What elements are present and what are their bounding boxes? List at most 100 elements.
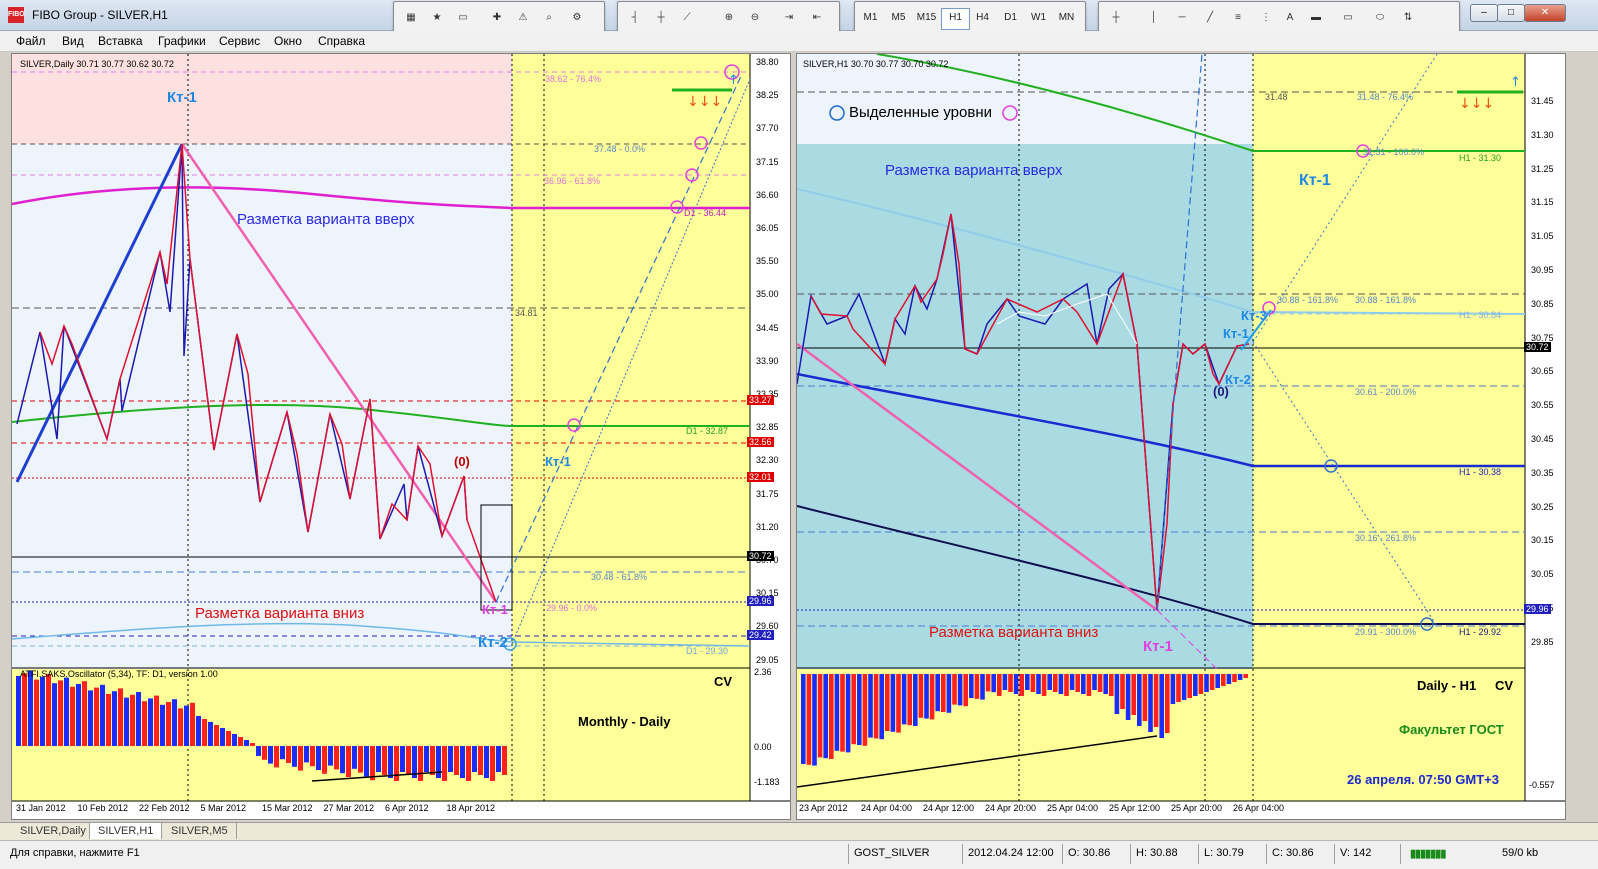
oscillator-bar bbox=[1069, 674, 1075, 690]
timeframe-m15[interactable]: M15 bbox=[913, 8, 940, 28]
oscillator-bar bbox=[1125, 674, 1131, 720]
status-help: Для справки, нажмите F1 bbox=[10, 847, 140, 859]
kt1-bottom-label: Кт-1 bbox=[482, 602, 508, 617]
candle-chart-icon[interactable]: ┼ bbox=[650, 8, 672, 28]
fib-label: H1 - 30.84 bbox=[1459, 310, 1502, 320]
oscillator-bar bbox=[1204, 674, 1209, 692]
chart-window-silver-daily[interactable]: ↓↓↓ ↑ SILVER,Daily 30.71 30.77 30.62 30.… bbox=[11, 53, 791, 820]
oscillator-bar bbox=[812, 674, 817, 766]
oscillator-bar bbox=[1008, 674, 1013, 692]
menu-insert[interactable]: Вставка bbox=[98, 34, 143, 48]
oscillator-bar bbox=[28, 670, 33, 746]
timeframe-m5[interactable]: M5 bbox=[885, 8, 912, 28]
oscillator-bar bbox=[1198, 674, 1204, 694]
new-order-icon[interactable]: ✚ bbox=[486, 8, 508, 28]
oscillator-bar bbox=[154, 695, 159, 746]
arrows-icon[interactable]: ⇅ bbox=[1397, 8, 1419, 28]
kt1-small-label: Кт-1 bbox=[1223, 326, 1249, 341]
menu-help[interactable]: Справка bbox=[318, 34, 365, 48]
oscillator-bar bbox=[334, 746, 339, 770]
price-scale-label: 29.05 bbox=[756, 654, 779, 665]
menu-tools[interactable]: Сервис bbox=[219, 34, 260, 48]
timeframe-h4[interactable]: H4 bbox=[969, 8, 996, 28]
maximize-button[interactable]: □ bbox=[1497, 4, 1525, 22]
status-low: L: 30.79 bbox=[1204, 847, 1244, 859]
oscillator-bar bbox=[286, 746, 291, 763]
menu-file[interactable]: Файл bbox=[16, 34, 46, 48]
oscillator-bar bbox=[1176, 674, 1181, 702]
timeframe-m1[interactable]: M1 bbox=[857, 8, 884, 28]
oscillator-bar bbox=[1243, 674, 1248, 678]
oscillator-bar bbox=[1181, 674, 1187, 700]
autoscroll-icon[interactable]: ⇥ bbox=[778, 8, 800, 28]
oscillator-bar bbox=[963, 674, 968, 707]
bar-chart-icon[interactable]: ┤ bbox=[624, 8, 646, 28]
date-axis-label: 24 Apr 20:00 bbox=[985, 803, 1037, 813]
minimize-button[interactable]: – bbox=[1470, 4, 1498, 22]
chart-shift-icon[interactable]: ⇤ bbox=[806, 8, 828, 28]
chart-window-silver-h1[interactable]: ↓↓↓ ↑ SILVER,H1 30.70 30.77 30.70 30.72 … bbox=[796, 53, 1566, 820]
oscillator-bar bbox=[991, 674, 996, 693]
fib-label: 37.48 - 0.0% bbox=[594, 144, 646, 154]
vertical-line-icon[interactable]: │ bbox=[1143, 8, 1165, 28]
price-tag: 29.42 bbox=[747, 630, 774, 640]
tab-silver-daily[interactable]: SILVER,Daily bbox=[12, 823, 95, 839]
date-axis-label: 24 Apr 12:00 bbox=[923, 803, 975, 813]
channel-icon[interactable]: ≡ bbox=[1227, 8, 1249, 28]
oscillator-bar bbox=[100, 684, 105, 746]
oscillator-bar bbox=[472, 746, 477, 772]
favorites-icon[interactable]: ★ bbox=[426, 8, 448, 28]
cv-label: CV bbox=[714, 674, 733, 689]
price-scale-label: 30.45 bbox=[1531, 434, 1554, 444]
tab-silver-m5[interactable]: SILVER,M5 bbox=[163, 823, 237, 839]
zoom-out-icon[interactable]: ⊖ bbox=[744, 8, 766, 28]
osc-scale-label: -1.183 bbox=[754, 777, 780, 787]
profiles-icon[interactable]: ▦ bbox=[400, 8, 422, 28]
oscillator-bar bbox=[969, 674, 974, 698]
warning-icon[interactable]: ⚠ bbox=[512, 8, 534, 28]
ellipse-icon[interactable]: ⬭ bbox=[1369, 8, 1391, 28]
menu-charts[interactable]: Графики bbox=[158, 34, 206, 48]
oscillator-bar bbox=[196, 716, 201, 746]
zoom-in-icon[interactable]: ⊕ bbox=[718, 8, 740, 28]
oscillator-bar bbox=[466, 746, 471, 781]
connection-bars-icon[interactable]: ▮▮▮▮▮▮▮ bbox=[1410, 847, 1446, 860]
crosshair-icon[interactable]: ┼ bbox=[1105, 8, 1127, 28]
window-title: FIBO Group - SILVER,H1 bbox=[32, 8, 168, 22]
oscillator-bar bbox=[862, 674, 868, 746]
oscillator-bar bbox=[460, 746, 465, 778]
down-variant-label: Разметка варианта вниз bbox=[195, 605, 365, 622]
oscillator-bar bbox=[924, 674, 929, 719]
tab-silver-h1[interactable]: SILVER,H1 bbox=[89, 823, 163, 839]
line-chart-icon[interactable]: ⟋ bbox=[676, 8, 698, 28]
text-tool[interactable]: A bbox=[1279, 8, 1301, 28]
menu-window[interactable]: Окно bbox=[274, 34, 302, 48]
label-icon[interactable]: ▬ bbox=[1305, 8, 1327, 28]
oscillator-bar bbox=[148, 698, 153, 746]
history-icon[interactable]: ⌕ bbox=[538, 8, 560, 28]
horizontal-line-icon[interactable]: ─ bbox=[1171, 8, 1193, 28]
price-tag: 29.96 bbox=[1524, 604, 1551, 614]
timeframe-d1[interactable]: D1 bbox=[997, 8, 1024, 28]
oscillator-bar bbox=[845, 674, 851, 753]
timeframe-h1[interactable]: H1 bbox=[941, 8, 970, 30]
close-button[interactable]: ✕ bbox=[1524, 4, 1566, 22]
oscillator-bar bbox=[1170, 674, 1176, 704]
trendline-icon[interactable]: ╱ bbox=[1199, 8, 1221, 28]
oscillator-bar bbox=[1221, 674, 1226, 686]
oscillator-bar bbox=[442, 746, 447, 781]
kt2-label: Кт-2 bbox=[478, 634, 508, 651]
oscillator-bar bbox=[496, 746, 501, 772]
terminal-icon[interactable]: ▭ bbox=[452, 8, 474, 28]
settings-icon[interactable]: ⚙ bbox=[566, 8, 588, 28]
date-axis-label: 31 Jan 2012 bbox=[16, 803, 66, 813]
rectangle-icon[interactable]: ▭ bbox=[1337, 8, 1359, 28]
timeframe-mn[interactable]: MN bbox=[1053, 8, 1080, 28]
fibo-icon[interactable]: ⋮ bbox=[1255, 8, 1277, 28]
oscillator-bar bbox=[298, 746, 303, 771]
oscillator-bar bbox=[46, 674, 51, 746]
menu-view[interactable]: Вид bbox=[62, 34, 84, 48]
timeframe-w1[interactable]: W1 bbox=[1025, 8, 1052, 28]
oscillator-bar bbox=[376, 746, 381, 772]
oscillator-bar bbox=[1153, 674, 1159, 727]
